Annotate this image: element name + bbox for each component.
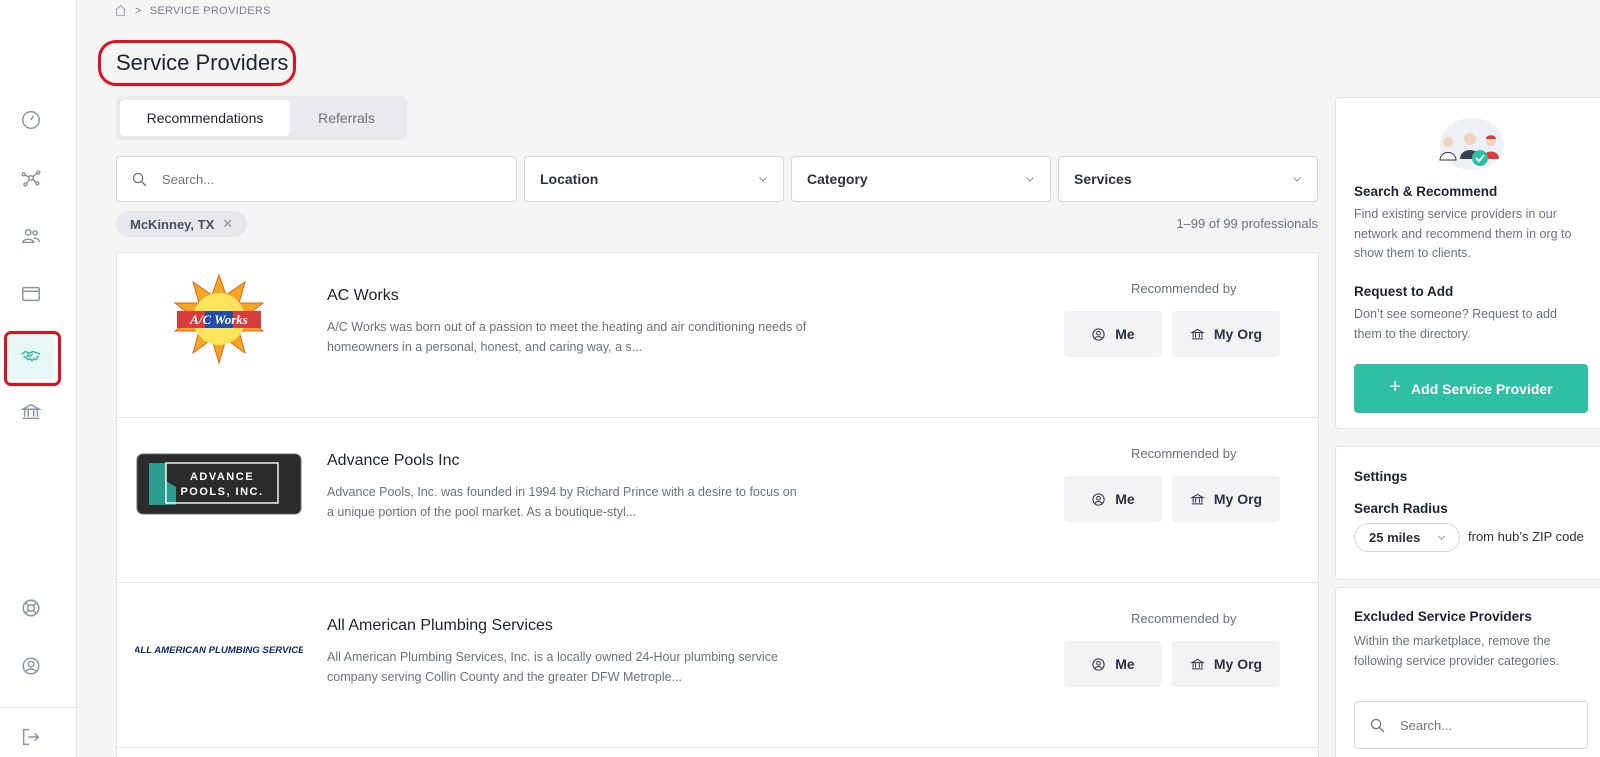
acworks-logo: A/C Works	[173, 273, 265, 365]
services-dropdown[interactable]: Services	[1058, 156, 1318, 202]
recommend-me-label: Me	[1115, 656, 1135, 672]
recommend-me-label: Me	[1115, 491, 1135, 507]
excluded-search-field[interactable]	[1354, 701, 1588, 749]
request-add-text: Don’t see someone? Request to add them t…	[1354, 307, 1557, 341]
provider-name[interactable]: All American Plumbing Services	[327, 617, 553, 635]
active-nav-highlight	[4, 331, 61, 386]
search-icon	[1370, 718, 1385, 732]
results-count: 1–99 of 99 professionals	[1176, 216, 1318, 231]
chip-label: McKinney, TX	[130, 216, 215, 232]
plus-icon: +	[1389, 376, 1402, 398]
provider-list: A/C Works AC Works A/C Works was born ou…	[116, 252, 1319, 757]
people-illustration-icon	[1439, 118, 1504, 170]
settings-panel: Settings Search Radius 25 miles from hub…	[1335, 446, 1600, 580]
provider-row[interactable]: ADVANCE POOLS, INC. Advance Pools Inc Ad…	[117, 418, 1318, 583]
provider-logo: ADVANCE POOLS, INC.	[135, 436, 303, 532]
tab-bar: Recommendations Referrals	[116, 96, 407, 140]
search-field[interactable]	[116, 156, 517, 202]
nav-network-icon[interactable]	[8, 155, 54, 201]
sidebar-divider	[0, 707, 77, 708]
all-american-plumbing-logo: ALL AMERICAN PLUMBING SERVICE	[135, 645, 303, 656]
search-input[interactable]	[162, 171, 462, 187]
provider-name[interactable]: AC Works	[327, 287, 399, 305]
bank-icon	[1189, 328, 1205, 339]
chevron-down-icon	[1026, 177, 1034, 182]
search-recommend-text: Find existing service providers in our n…	[1354, 207, 1572, 260]
recommend-me-button[interactable]: Me	[1064, 641, 1162, 687]
svg-text:POOLS, INC.: POOLS, INC.	[180, 486, 263, 498]
page-title: Service Providers	[116, 50, 289, 75]
excluded-heading: Excluded Service Providers	[1354, 609, 1532, 624]
search-radius-value: 25 miles	[1369, 530, 1421, 545]
nav-account-icon[interactable]	[8, 643, 54, 689]
chevron-down-icon	[759, 177, 767, 182]
request-add-heading: Request to Add	[1354, 284, 1454, 299]
recommend-me-button[interactable]: Me	[1064, 311, 1162, 357]
provider-description: A/C Works was born out of a passion to m…	[327, 320, 807, 354]
svg-text:A/C Works: A/C Works	[189, 312, 248, 327]
breadcrumb: > SERVICE PROVIDERS	[114, 4, 271, 17]
provider-logo: A/C Works	[135, 271, 303, 367]
chip-remove-icon[interactable]: ✕	[222, 216, 233, 232]
breadcrumb-current: SERVICE PROVIDERS	[149, 4, 271, 17]
provider-description: All American Plumbing Services, Inc. is …	[327, 650, 778, 684]
chevron-down-icon	[1438, 535, 1445, 540]
add-service-provider-button[interactable]: + Add Service Provider	[1354, 364, 1588, 413]
breadcrumb-separator: >	[135, 4, 142, 17]
search-recommend-heading: Search & Recommend	[1354, 184, 1498, 199]
location-dropdown[interactable]: Location	[524, 156, 784, 202]
recommend-org-button[interactable]: My Org	[1172, 641, 1280, 687]
recommended-by-label: Recommended by	[1131, 281, 1237, 296]
nav-clients-icon[interactable]	[8, 213, 54, 259]
search-recommend-panel: Search & Recommend Find existing service…	[1335, 97, 1600, 429]
add-service-provider-label: Add Service Provider	[1411, 380, 1553, 397]
search-radius-label: Search Radius	[1354, 501, 1448, 516]
settings-heading: Settings	[1354, 469, 1408, 484]
home-icon[interactable]	[114, 4, 127, 17]
category-dropdown-label: Category	[807, 171, 868, 187]
tab-referrals[interactable]: Referrals	[290, 100, 403, 136]
tab-recommendations[interactable]: Recommendations	[120, 100, 290, 136]
recommend-org-label: My Org	[1213, 656, 1263, 672]
provider-row[interactable]: A/C Works AC Works A/C Works was born ou…	[117, 253, 1318, 418]
bank-icon	[1189, 658, 1205, 669]
recommended-by-label: Recommended by	[1131, 446, 1237, 461]
excluded-providers-panel: Excluded Service Providers Within the ma…	[1335, 587, 1600, 757]
recommend-org-button[interactable]: My Org	[1172, 476, 1280, 522]
bank-icon	[1189, 493, 1205, 504]
recommend-me-button[interactable]: Me	[1064, 476, 1162, 522]
provider-name[interactable]: Advance Pools Inc	[327, 452, 460, 470]
provider-logo: ALL AMERICAN PLUMBING SERVICE	[135, 601, 303, 697]
provider-description: Advance Pools, Inc. was founded in 1994 …	[327, 485, 797, 519]
recommended-by-label: Recommended by	[1131, 611, 1237, 626]
advance-pools-logo: ADVANCE POOLS, INC.	[136, 453, 302, 515]
services-dropdown-label: Services	[1074, 171, 1132, 187]
recommend-me-label: Me	[1115, 326, 1135, 342]
nav-support-icon[interactable]	[8, 585, 54, 631]
nav-bank-icon[interactable]	[8, 389, 54, 435]
location-filter-chip: McKinney, TX ✕	[116, 211, 248, 237]
search-radius-select[interactable]: 25 miles	[1354, 523, 1460, 552]
search-icon	[132, 172, 147, 186]
nav-browser-icon[interactable]	[8, 271, 54, 317]
svg-text:ALL AMERICAN PLUMBING SERVICE: ALL AMERICAN PLUMBING SERVICE	[135, 645, 303, 656]
provider-row[interactable]: ALL AMERICAN PLUMBING SERVICE All Americ…	[117, 583, 1318, 748]
user-circle-icon	[1092, 327, 1105, 341]
recommend-org-label: My Org	[1213, 491, 1263, 507]
sidebar	[0, 0, 77, 757]
nav-dashboard-icon[interactable]	[8, 97, 54, 143]
radius-note: from hub’s ZIP code	[1468, 529, 1584, 544]
recommend-org-button[interactable]: My Org	[1172, 311, 1280, 357]
nav-logout-icon[interactable]	[8, 714, 54, 757]
user-circle-icon	[1092, 657, 1105, 671]
excluded-search-input[interactable]	[1400, 717, 1570, 733]
location-dropdown-label: Location	[540, 171, 599, 187]
recommend-org-label: My Org	[1213, 326, 1263, 342]
chevron-down-icon	[1293, 177, 1301, 182]
excluded-text: Within the marketplace, remove the follo…	[1354, 634, 1559, 668]
user-circle-icon	[1092, 492, 1105, 506]
category-dropdown[interactable]: Category	[791, 156, 1051, 202]
svg-text:ADVANCE: ADVANCE	[190, 471, 254, 483]
